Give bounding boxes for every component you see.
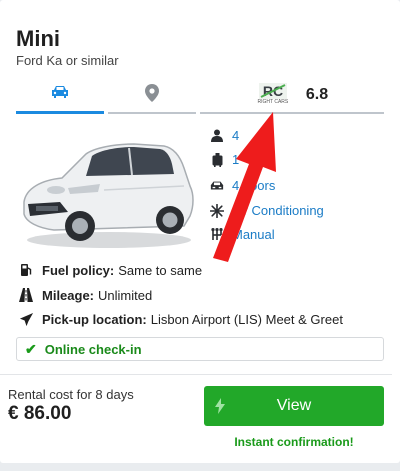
mileage-value: Unlimited xyxy=(98,287,153,303)
location-pin-icon xyxy=(145,83,159,107)
gearshift-icon xyxy=(210,227,224,242)
supplier-logo-subtext: RIGHT CARS xyxy=(257,99,289,105)
fuel-policy-value: Same to same xyxy=(118,262,203,278)
checkmark-icon: ✔ xyxy=(25,340,37,357)
pickup-location-label: Pick-up location: xyxy=(42,311,147,327)
mileage-label: Mileage: xyxy=(42,287,95,303)
tab-car[interactable] xyxy=(16,78,104,114)
car-door-icon xyxy=(210,179,224,193)
supplier-logo: RC RIGHT CARS xyxy=(256,83,290,107)
tab-location[interactable] xyxy=(108,78,196,114)
instant-confirmation-label: Instant confirmation! xyxy=(234,435,354,449)
spec-bags-value: 1 xyxy=(232,152,240,167)
fuel-policy-label: Fuel policy: xyxy=(42,262,115,278)
car-card: Mini Ford Ka or similar RC xyxy=(0,0,400,463)
tab-supplier-rating[interactable]: RC RIGHT CARS 6.8 xyxy=(200,78,384,114)
pickup-location-value: Lisbon Airport (LIS) Meet & Greet xyxy=(150,311,343,327)
spec-doors-value: 4 doors xyxy=(232,178,276,193)
fuel-policy-row: Fuel policy: Same to same xyxy=(18,262,202,278)
spec-air-conditioning-value: Air Conditioning xyxy=(232,203,324,218)
car-category-title: Mini xyxy=(16,26,60,51)
view-button-label: View xyxy=(276,397,312,414)
spec-doors: 4 doors xyxy=(210,178,275,193)
rental-cost-label: Rental cost for 8 days xyxy=(8,387,134,402)
airplane-icon xyxy=(18,311,34,327)
car-image xyxy=(14,130,196,252)
person-icon xyxy=(210,129,224,143)
online-checkin-badge: ✔ Online check-in xyxy=(16,337,384,361)
snowflake-icon xyxy=(210,203,224,218)
suitcase-icon xyxy=(210,152,224,167)
car-icon xyxy=(50,84,70,105)
spec-transmission: Manual xyxy=(210,227,275,242)
fuel-pump-icon xyxy=(18,262,34,278)
spec-air-conditioning: Air Conditioning xyxy=(210,203,324,218)
spec-seats-value: 4 xyxy=(232,128,240,143)
car-model: Ford Ka or similar xyxy=(16,53,119,68)
divider xyxy=(0,374,392,375)
road-icon xyxy=(18,287,34,303)
lightning-icon xyxy=(214,398,226,414)
rental-cost-value: € 86.00 xyxy=(8,403,72,424)
spec-bags: 1 xyxy=(210,152,239,167)
view-button[interactable]: View xyxy=(204,386,384,426)
pickup-location-row: Pick-up location: Lisbon Airport (LIS) M… xyxy=(18,311,343,327)
spec-transmission-value: Manual xyxy=(232,227,275,242)
mileage-row: Mileage: Unlimited xyxy=(18,287,152,303)
spec-seats: 4 xyxy=(210,128,239,143)
online-checkin-label: Online check-in xyxy=(44,341,142,357)
rating-score: 6.8 xyxy=(305,86,329,103)
